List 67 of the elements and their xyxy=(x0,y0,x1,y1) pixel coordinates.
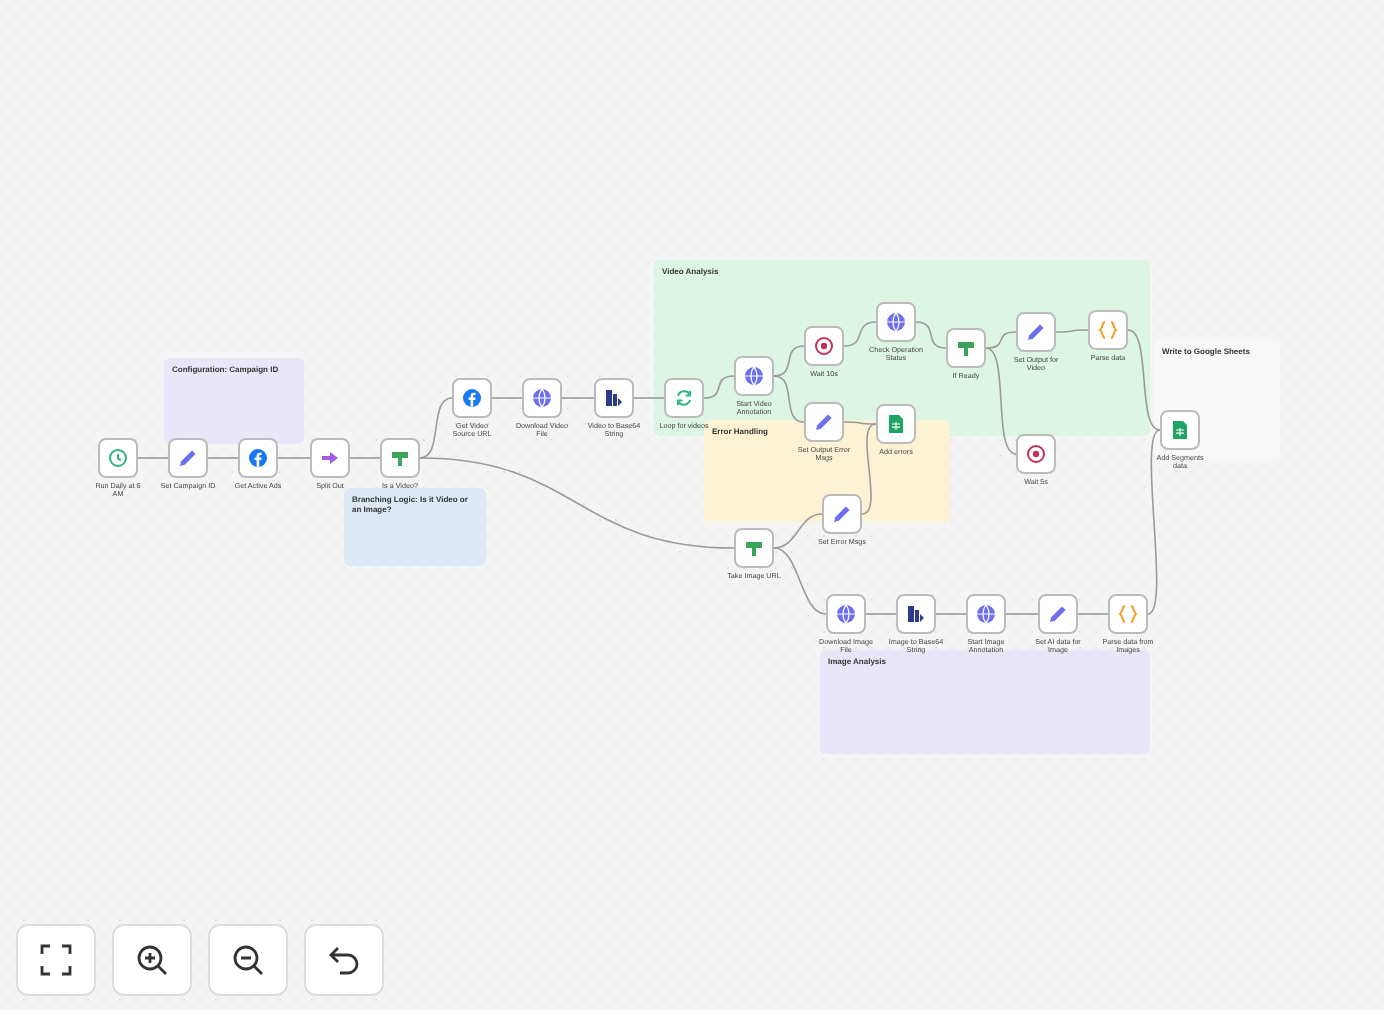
workflow-node[interactable] xyxy=(734,528,774,568)
connector-line xyxy=(1005,613,1039,615)
workflow-node[interactable] xyxy=(734,356,774,396)
pencil-icon xyxy=(178,448,198,468)
workflow-node[interactable] xyxy=(380,438,420,478)
globe-icon xyxy=(744,366,764,386)
workflow-node[interactable] xyxy=(452,378,492,418)
connector-line xyxy=(843,321,877,347)
workflow-node[interactable] xyxy=(966,594,1006,634)
zoom-out-button[interactable] xyxy=(208,924,288,996)
workflow-node[interactable] xyxy=(876,302,916,342)
zoom-in-icon xyxy=(136,944,168,976)
zoom-out-icon xyxy=(232,944,264,976)
pencil-icon xyxy=(1026,322,1046,342)
connector-line xyxy=(277,457,311,459)
connector-line xyxy=(703,375,735,399)
connector-line xyxy=(865,613,897,615)
workflow-node[interactable] xyxy=(238,438,278,478)
workflow-node[interactable] xyxy=(98,438,138,478)
workflow-node[interactable] xyxy=(1088,310,1128,350)
fullscreen-icon xyxy=(40,944,72,976)
undo-icon xyxy=(328,944,360,976)
undo-button[interactable] xyxy=(304,924,384,996)
workflow-node[interactable] xyxy=(946,328,986,368)
globe-icon xyxy=(886,312,906,332)
connector-line xyxy=(1055,329,1089,333)
globe-icon xyxy=(976,604,996,624)
workflow-node[interactable] xyxy=(310,438,350,478)
loop-icon xyxy=(674,388,694,408)
workflow-node[interactable] xyxy=(1016,312,1056,352)
pencil-icon xyxy=(814,412,834,432)
globe-icon xyxy=(836,604,856,624)
code-icon xyxy=(1118,604,1138,624)
workflow-node[interactable] xyxy=(594,378,634,418)
workflow-node[interactable] xyxy=(896,594,936,634)
workflow-node[interactable] xyxy=(168,438,208,478)
code-icon xyxy=(1098,320,1118,340)
pencil-icon xyxy=(1048,604,1068,624)
sheet-icon xyxy=(886,414,906,434)
globe-icon xyxy=(532,388,552,408)
workflow-node[interactable] xyxy=(1038,594,1078,634)
workflow-node[interactable] xyxy=(804,402,844,442)
workflow-node[interactable] xyxy=(522,378,562,418)
workflow-node[interactable] xyxy=(1016,434,1056,474)
connector-line xyxy=(491,397,523,399)
workflow-node[interactable] xyxy=(1108,594,1148,634)
pencil-icon xyxy=(832,504,852,524)
workflow-node[interactable] xyxy=(826,594,866,634)
connector-line xyxy=(633,397,665,399)
facebook-icon xyxy=(462,388,482,408)
connector-line xyxy=(1077,613,1109,615)
workflow-node[interactable] xyxy=(804,326,844,366)
workflow-node[interactable] xyxy=(876,404,916,444)
sheet-icon xyxy=(1170,420,1190,440)
zoom-in-button[interactable] xyxy=(112,924,192,996)
connector-line xyxy=(935,613,967,615)
facebook-icon xyxy=(248,448,268,468)
workflow-node[interactable] xyxy=(1160,410,1200,450)
workflow-node[interactable] xyxy=(664,378,704,418)
connector-line xyxy=(915,321,947,349)
workflow-node[interactable] xyxy=(822,494,862,534)
connector-line xyxy=(561,397,595,399)
connector-line xyxy=(137,457,169,459)
clock-icon xyxy=(108,448,128,468)
fit-view-button[interactable] xyxy=(16,924,96,996)
connector-line xyxy=(207,457,239,459)
connector-line xyxy=(349,457,381,459)
